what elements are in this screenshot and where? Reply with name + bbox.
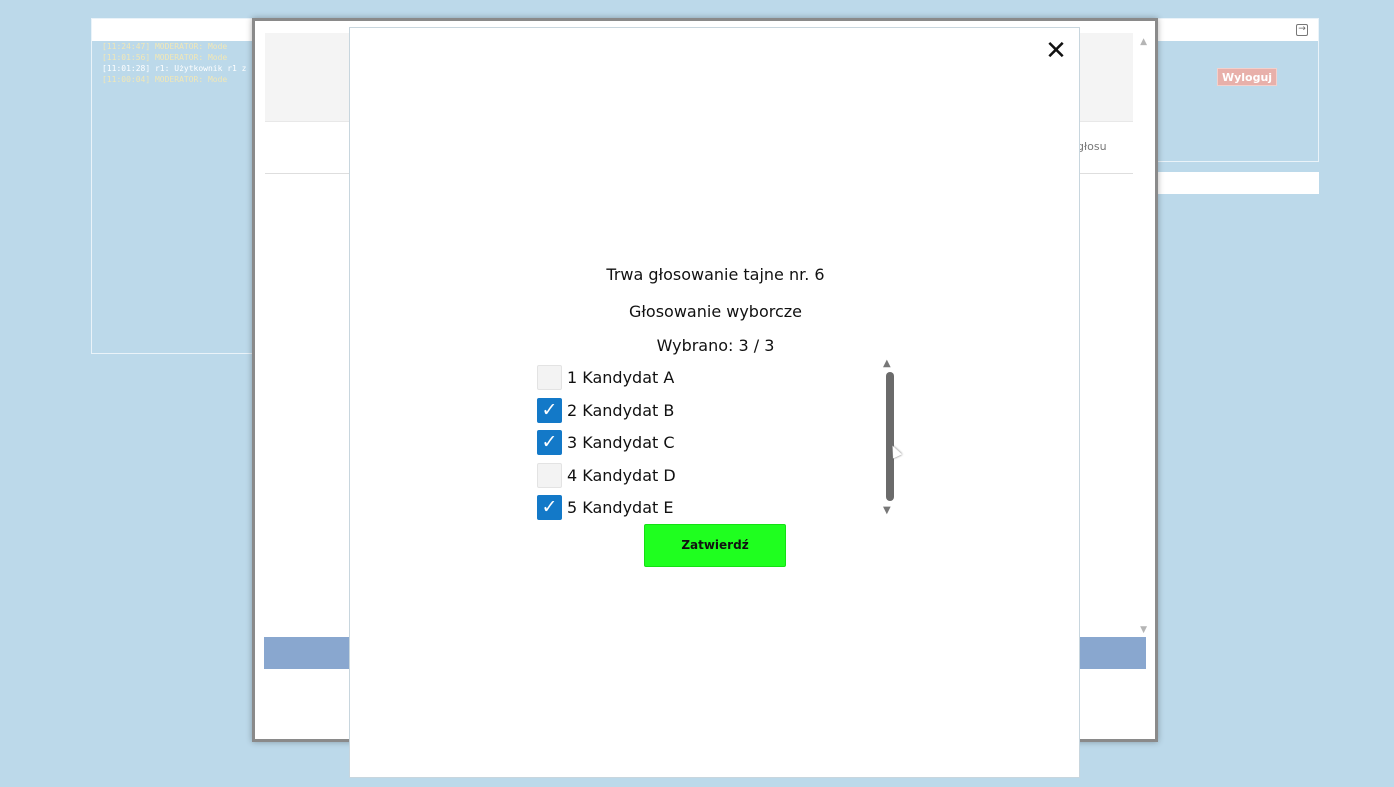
voting-modal: ✕ Trwa głosowanie tajne nr. 6 Głosowanie… <box>349 27 1080 778</box>
scroll-down-arrow-icon[interactable]: ▼ <box>1140 625 1147 635</box>
candidate-row[interactable]: 1 Kandydat A <box>537 364 674 390</box>
list-scroll-down-icon[interactable]: ▼ <box>883 506 891 516</box>
checkmark-icon[interactable]: ✓ <box>537 429 562 455</box>
submit-vote-button[interactable]: Zatwierdź <box>644 524 786 567</box>
selection-counter: Wybrano: 3 / 3 <box>656 336 775 355</box>
dialog-partial-label: głosu <box>1077 140 1107 153</box>
checkmark-icon[interactable]: ✓ <box>537 494 562 520</box>
candidate-checkbox[interactable] <box>537 462 562 488</box>
candidate-row[interactable]: ✓ 2 Kandydat B <box>537 397 674 423</box>
scroll-up-arrow-icon[interactable]: ▲ <box>1140 37 1147 47</box>
candidate-label: 1 Kandydat A <box>567 367 675 387</box>
logout-button[interactable]: Wyloguj <box>1217 68 1277 86</box>
candidate-row[interactable]: ✓ 5 Kandydat E <box>537 494 673 520</box>
candidate-checkbox[interactable] <box>537 364 562 390</box>
candidate-row[interactable]: ✓ 3 Kandydat C <box>537 429 675 455</box>
user-panel-header: → <box>1151 19 1318 41</box>
close-icon[interactable]: ✕ <box>1043 38 1069 64</box>
user-panel-strip <box>1150 172 1319 194</box>
list-scrollbar-thumb[interactable] <box>886 372 894 501</box>
candidate-list: 1 Kandydat A ✓ 2 Kandydat B ✓ 3 Kandydat… <box>537 364 897 524</box>
candidate-label: 3 Kandydat C <box>567 432 675 452</box>
candidate-label: 5 Kandydat E <box>567 497 674 517</box>
exit-icon[interactable]: → <box>1296 24 1308 36</box>
list-scroll-up-icon[interactable]: ▲ <box>883 359 891 369</box>
candidate-label: 2 Kandydat B <box>567 400 675 420</box>
candidate-row[interactable]: 4 Kandydat D <box>537 462 676 488</box>
voting-title: Trwa głosowanie tajne nr. 6 <box>606 265 825 284</box>
user-panel: → Wyloguj <box>1150 18 1319 162</box>
voting-subtitle: Głosowanie wyborcze <box>628 302 803 321</box>
candidate-label: 4 Kandydat D <box>567 465 676 485</box>
checkmark-icon[interactable]: ✓ <box>537 397 562 423</box>
